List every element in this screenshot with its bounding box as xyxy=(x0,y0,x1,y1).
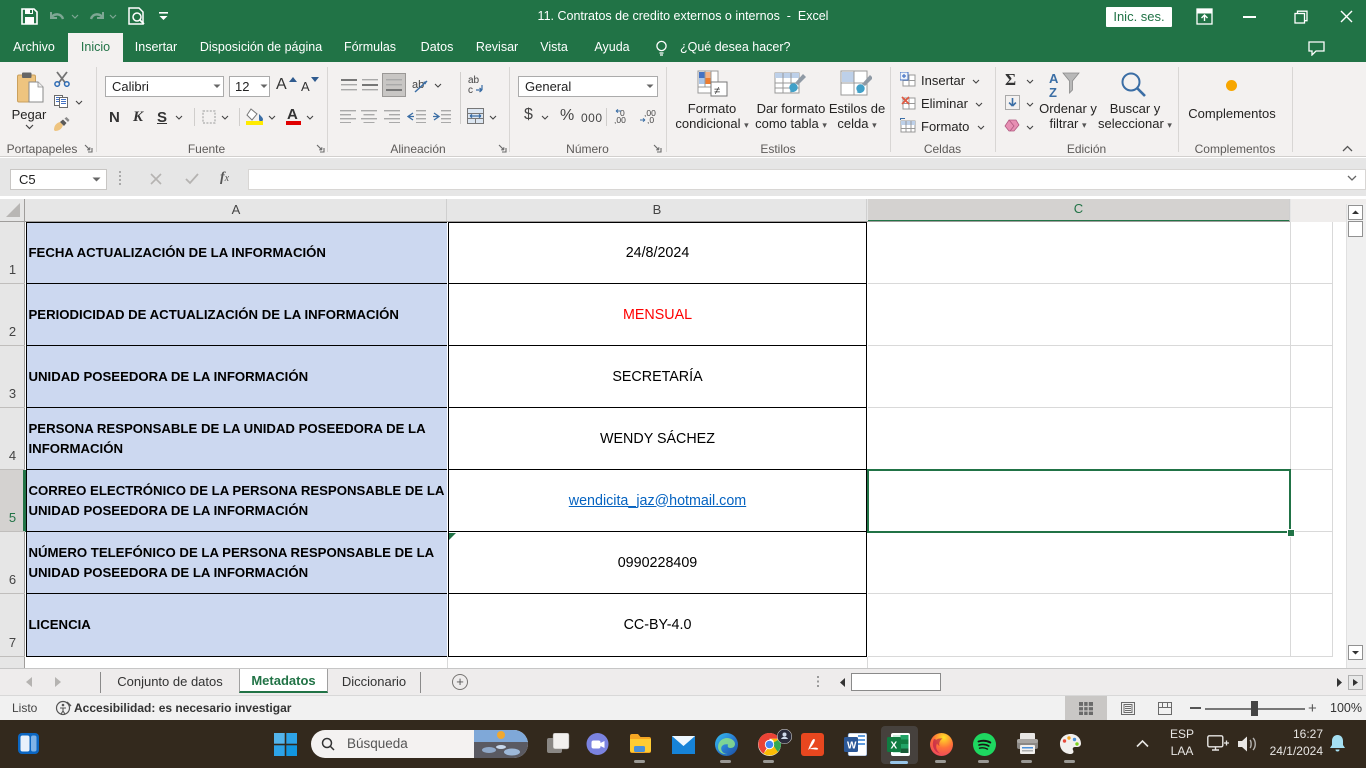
svg-text:,00: ,00 xyxy=(614,115,626,124)
svg-text:Z: Z xyxy=(1049,85,1057,99)
svg-text:A: A xyxy=(1049,71,1059,86)
svg-text:X: X xyxy=(891,741,898,752)
svg-text:,0: ,0 xyxy=(647,115,654,124)
svg-text:≠: ≠ xyxy=(714,85,720,97)
svg-text:W: W xyxy=(847,741,857,752)
svg-text:c: c xyxy=(468,85,473,96)
